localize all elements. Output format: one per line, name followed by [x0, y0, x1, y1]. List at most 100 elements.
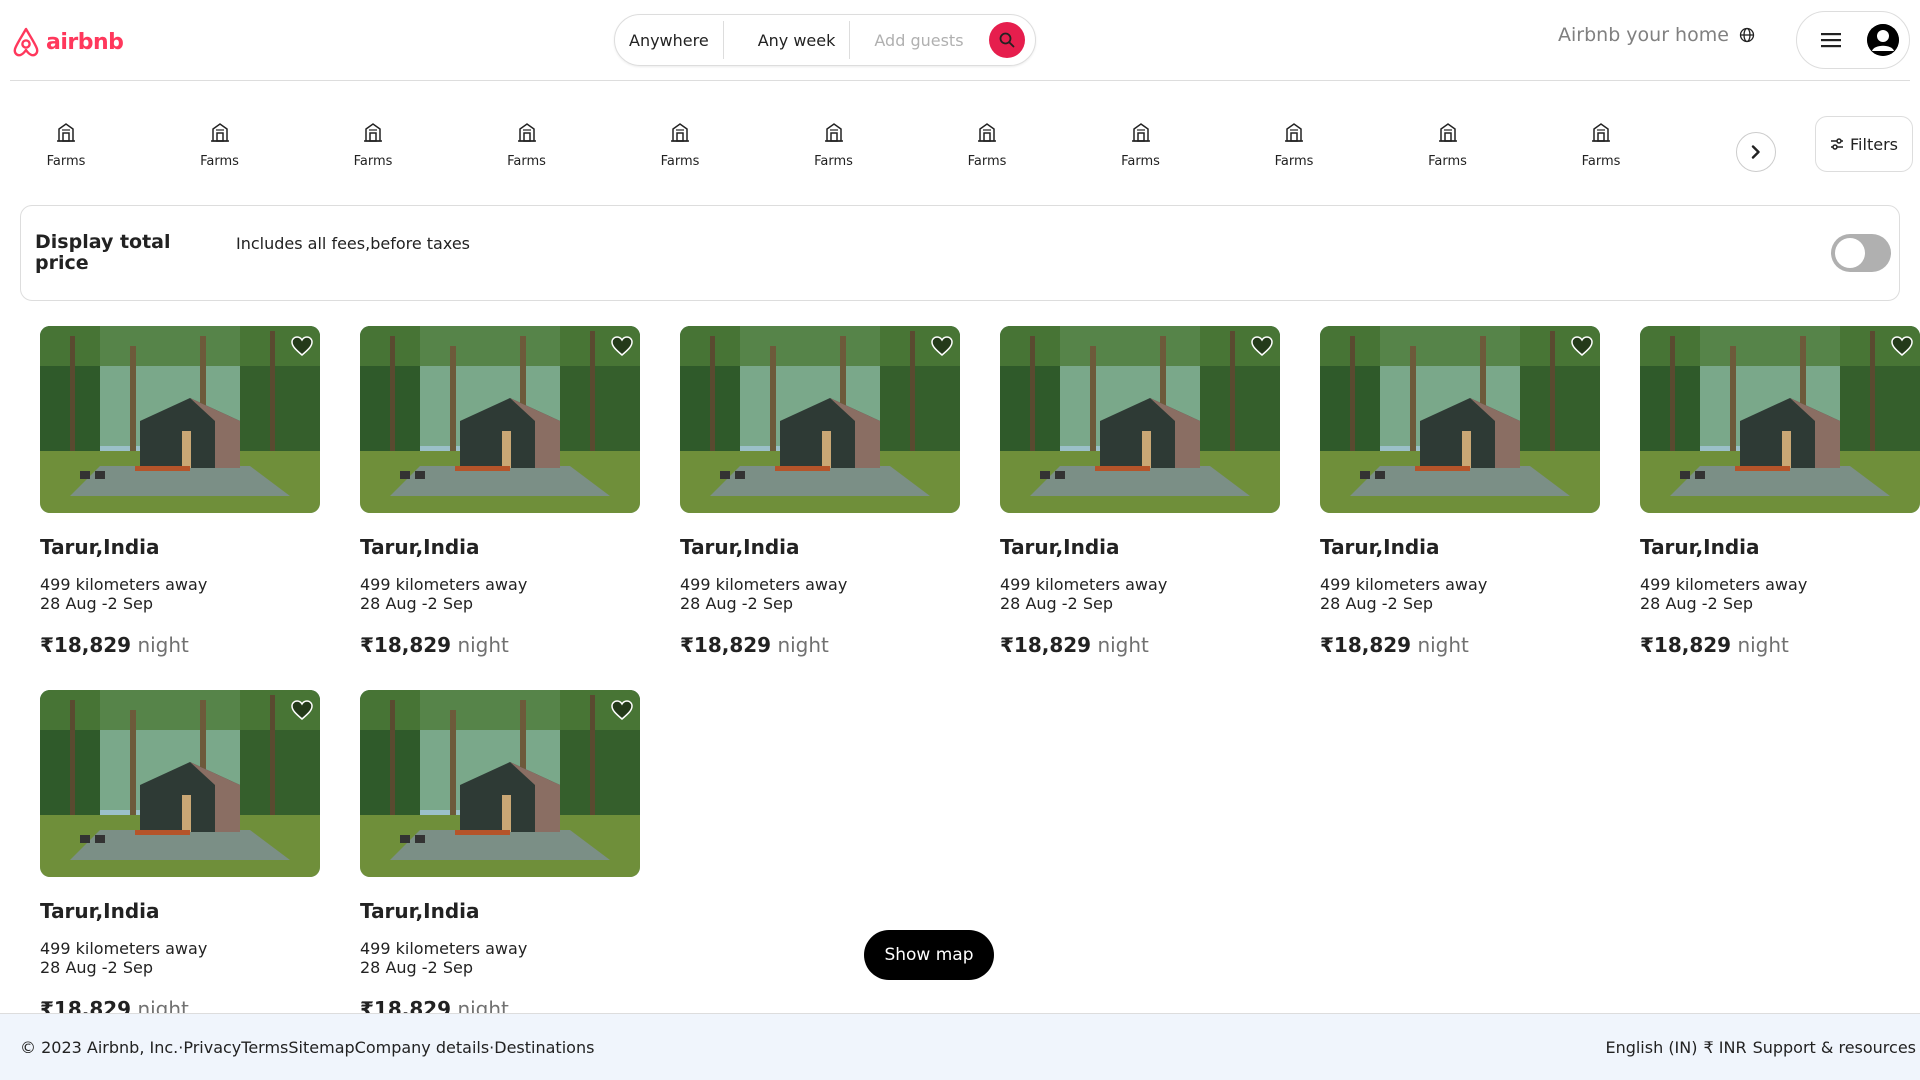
listing-dates: 28 Aug -2 Sep	[40, 958, 153, 977]
listing-card[interactable]: Tarur,India 499 kilometers away 28 Aug -…	[1320, 326, 1600, 657]
listing-card[interactable]: Tarur,India 499 kilometers away 28 Aug -…	[680, 326, 960, 657]
farm-icon	[973, 118, 1001, 146]
top-header: airbnb Anywhere Any week Add guests Airb…	[0, 0, 1920, 82]
listing-photo[interactable]	[40, 690, 320, 877]
listing-photo[interactable]	[1000, 326, 1280, 513]
farm-icon	[513, 118, 541, 146]
category-label: Farms	[1581, 154, 1621, 169]
footer-link-company-details[interactable]: Company details	[355, 1038, 490, 1057]
currency-selector[interactable]: ₹ INR	[1703, 1038, 1746, 1057]
heart-icon[interactable]	[610, 698, 634, 722]
listing-price: ₹18,829 night	[360, 633, 640, 657]
listing-price: ₹18,829 night	[680, 633, 960, 657]
avatar	[1867, 24, 1899, 56]
listing-dates: 28 Aug -2 Sep	[680, 594, 793, 613]
category-label: Farms	[660, 154, 700, 169]
category-item-farms[interactable]: Farms	[328, 118, 418, 169]
listing-photo[interactable]	[1320, 326, 1600, 513]
listing-title: Tarur,India	[680, 535, 800, 559]
listing-price-amount: ₹18,829	[1640, 633, 1732, 657]
listing-price: ₹18,829 night	[1640, 633, 1920, 657]
listing-distance: 499 kilometers away	[680, 575, 848, 594]
heart-icon[interactable]	[290, 698, 314, 722]
listing-card[interactable]: Tarur,India 499 kilometers away 28 Aug -…	[1640, 326, 1920, 657]
heart-icon[interactable]	[290, 334, 314, 358]
airbnb-logo[interactable]: airbnb	[10, 26, 124, 58]
listing-photo[interactable]	[1640, 326, 1920, 513]
listing-card[interactable]: Tarur,India 499 kilometers away 28 Aug -…	[40, 690, 320, 1021]
total-price-toggle[interactable]	[1831, 234, 1891, 272]
support-resources-link[interactable]: Support & resources	[1753, 1038, 1916, 1057]
farm-icon	[1434, 118, 1462, 146]
host-link[interactable]: Airbnb your home	[1558, 24, 1755, 46]
category-item-farms[interactable]: Farms	[789, 118, 879, 169]
show-map-button[interactable]: Show map	[864, 930, 994, 980]
category-item-farms[interactable]: Farms	[1403, 118, 1493, 169]
footer-link-sitemap[interactable]: Sitemap	[288, 1038, 354, 1057]
listing-dates: 28 Aug -2 Sep	[40, 594, 153, 613]
listing-title: Tarur,India	[40, 535, 160, 559]
farm-icon	[1587, 118, 1615, 146]
listing-price-amount: ₹18,829	[1000, 633, 1092, 657]
category-item-farms[interactable]: Farms	[635, 118, 725, 169]
search-any-week[interactable]: Any week	[724, 21, 850, 59]
listing-photo[interactable]	[40, 326, 320, 513]
listing-distance: 499 kilometers away	[1320, 575, 1488, 594]
search-icon	[999, 32, 1015, 48]
filters-button[interactable]: Filters	[1815, 116, 1913, 172]
category-item-farms[interactable]: Farms	[1096, 118, 1186, 169]
farm-icon	[52, 118, 80, 146]
display-total-price-subtitle: Includes all fees,before taxes	[236, 234, 470, 253]
category-item-farms[interactable]: Farms	[1556, 118, 1646, 169]
listing-price-amount: ₹18,829	[40, 633, 132, 657]
listing-title: Tarur,India	[1320, 535, 1440, 559]
footer-right: English (IN) ₹ INR Support & resources	[1605, 1038, 1916, 1057]
language-selector[interactable]: English (IN)	[1605, 1038, 1697, 1057]
listing-card[interactable]: Tarur,India 499 kilometers away 28 Aug -…	[360, 326, 640, 657]
listing-price-unit: night	[777, 633, 829, 657]
category-next-button[interactable]	[1736, 132, 1776, 172]
category-bar: Farms Farms Farms Farms Farms Farms Farm…	[0, 118, 1660, 180]
heart-icon[interactable]	[610, 334, 634, 358]
listing-card[interactable]: Tarur,India 499 kilometers away 28 Aug -…	[1000, 326, 1280, 657]
listing-card[interactable]: Tarur,India 499 kilometers away 28 Aug -…	[40, 326, 320, 657]
listing-price-unit: night	[1417, 633, 1469, 657]
heart-icon[interactable]	[1890, 334, 1914, 358]
search-bar[interactable]: Anywhere Any week Add guests	[614, 14, 1036, 66]
listing-title: Tarur,India	[360, 535, 480, 559]
search-anywhere[interactable]: Anywhere	[615, 21, 723, 59]
category-item-farms[interactable]: Farms	[1249, 118, 1339, 169]
heart-icon[interactable]	[1570, 334, 1594, 358]
footer-link-privacy[interactable]: Privacy	[183, 1038, 241, 1057]
host-label: Airbnb your home	[1558, 24, 1729, 46]
category-item-farms[interactable]: Farms	[175, 118, 265, 169]
footer-link-destinations[interactable]: Destinations	[494, 1038, 594, 1057]
category-item-farms[interactable]: Farms	[942, 118, 1032, 169]
listing-photo[interactable]	[680, 326, 960, 513]
search-add-guests[interactable]: Add guests	[850, 21, 977, 59]
heart-icon[interactable]	[930, 334, 954, 358]
category-item-farms[interactable]: Farms	[21, 118, 111, 169]
listing-photo[interactable]	[360, 326, 640, 513]
search-button[interactable]	[989, 22, 1025, 58]
listing-dates: 28 Aug -2 Sep	[360, 958, 473, 977]
heart-icon[interactable]	[1250, 334, 1274, 358]
listing-price-amount: ₹18,829	[680, 633, 772, 657]
user-menu-button[interactable]	[1796, 11, 1910, 69]
listing-price: ₹18,829 night	[1320, 633, 1600, 657]
filters-label: Filters	[1850, 134, 1898, 154]
listing-dates: 28 Aug -2 Sep	[1000, 594, 1113, 613]
category-label: Farms	[1121, 154, 1160, 169]
farm-icon	[820, 118, 848, 146]
listing-photo[interactable]	[360, 690, 640, 877]
listing-price: ₹18,829 night	[40, 633, 320, 657]
globe-icon[interactable]	[1739, 27, 1755, 43]
listing-distance: 499 kilometers away	[360, 939, 528, 958]
listing-card[interactable]: Tarur,India 499 kilometers away 28 Aug -…	[360, 690, 640, 1021]
listing-distance: 499 kilometers away	[40, 575, 208, 594]
listing-dates: 28 Aug -2 Sep	[360, 594, 473, 613]
category-item-farms[interactable]: Farms	[482, 118, 572, 169]
category-label: Farms	[814, 154, 853, 169]
footer-link-terms[interactable]: Terms	[241, 1038, 288, 1057]
listing-price-amount: ₹18,829	[1320, 633, 1412, 657]
